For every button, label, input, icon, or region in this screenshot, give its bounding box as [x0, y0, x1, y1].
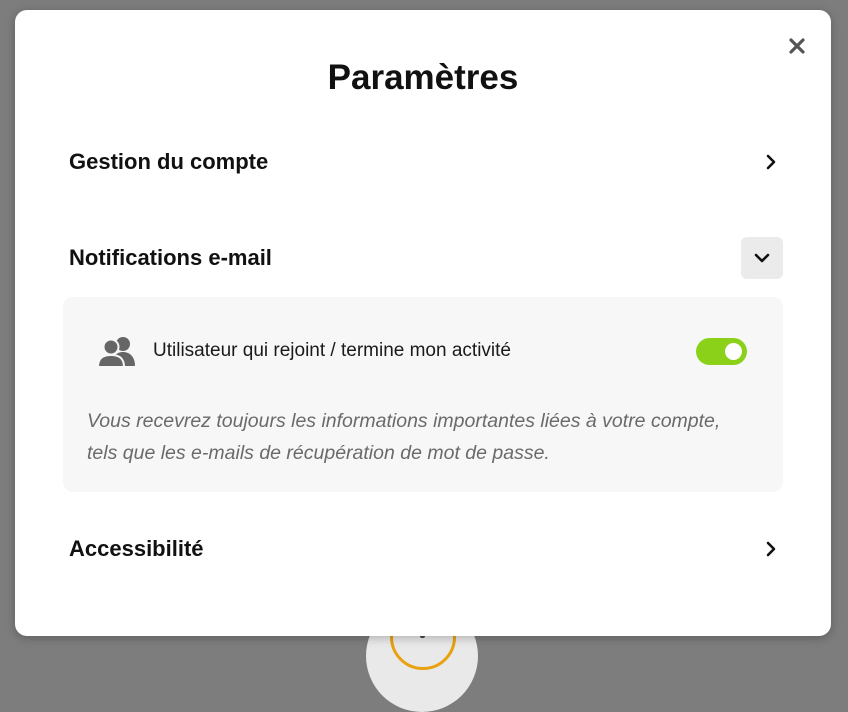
section-accessibility[interactable]: Accessibilité [69, 527, 783, 571]
toggle-knob [725, 342, 742, 360]
close-button[interactable] [785, 34, 809, 58]
collapse-email-notifications-button[interactable] [741, 237, 783, 279]
notification-setting-label: Utilisateur qui rejoint / termine mon ac… [153, 340, 511, 361]
section-email-notifications-label: Notifications e-mail [69, 245, 272, 270]
section-account-management-label: Gestion du compte [69, 149, 269, 174]
chevron-down-icon [754, 253, 770, 263]
section-accessibility-label: Accessibilité [69, 536, 204, 561]
close-icon [789, 38, 805, 54]
dialog-title: Paramètres [327, 58, 519, 97]
notification-setting-toggle[interactable] [696, 337, 747, 365]
settings-dialog: Paramètres Gestion du compte Notificatio… [15, 10, 831, 636]
section-account-management[interactable]: Gestion du compte [69, 140, 783, 184]
notification-setting-row: Utilisateur qui rejoint / termine mon ac… [97, 333, 747, 369]
notification-info-text: Vous recevrez toujours les informations … [87, 410, 721, 464]
chevron-right-icon [759, 150, 783, 174]
section-email-notifications: Notifications e-mail [69, 236, 783, 280]
chevron-right-icon [759, 537, 783, 561]
email-notifications-panel: Utilisateur qui rejoint / termine mon ac… [63, 297, 783, 492]
users-icon [97, 334, 137, 368]
